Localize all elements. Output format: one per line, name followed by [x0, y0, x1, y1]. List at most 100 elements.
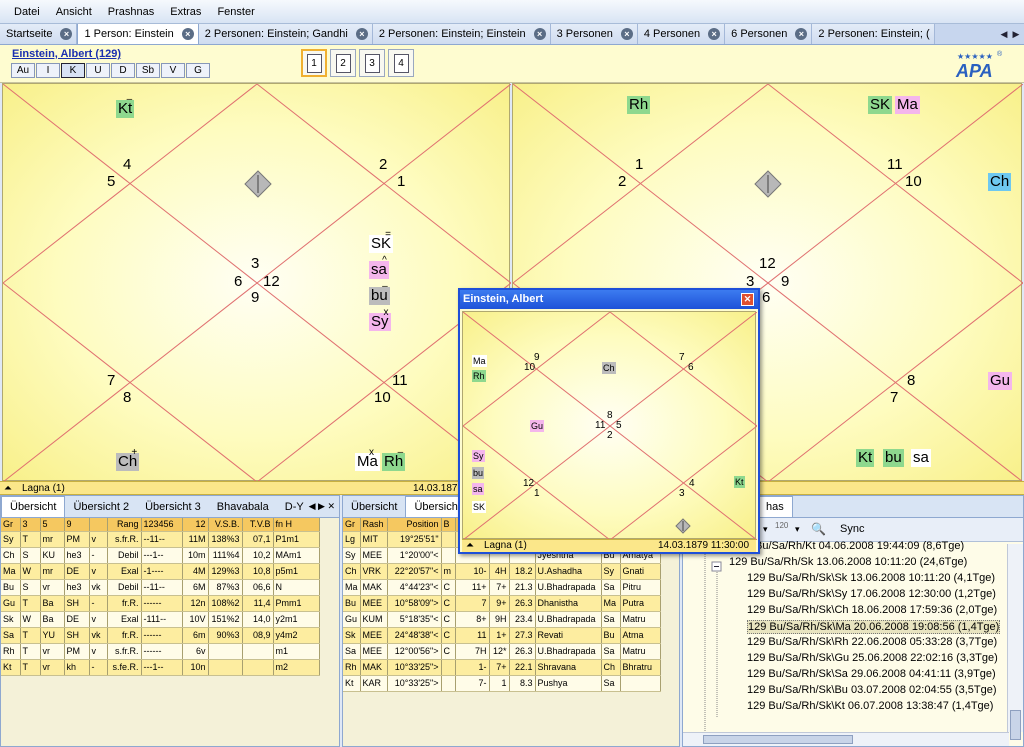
zoom-select[interactable]: 120: [775, 521, 788, 530]
collapse-icon[interactable]: ⏶: [466, 540, 474, 551]
tab-bhavabala[interactable]: Bhavabala: [209, 496, 277, 517]
division-sb-button[interactable]: Sb: [136, 63, 160, 78]
tab-scroll-right-icon[interactable]: ▶: [1010, 27, 1022, 41]
person-name-link[interactable]: Einstein, Albert (129): [12, 48, 121, 60]
table-row[interactable]: Gu KUM 5°18'35"< C 8+ 9H 23.4 U.Bhadrapada Sa Mat…: [343, 611, 661, 628]
collapse-icon[interactable]: ⏶: [4, 483, 12, 494]
tree-item[interactable]: 129 Bu/Sa/Rh/Sk\Ch 18.06.2008 17:59:36 (…: [747, 604, 997, 616]
table-row[interactable]: Kt KAR 10°33'25"> 7- 1 8.3 Pushya Sa: [343, 675, 661, 692]
planet-sk[interactable]: SK =: [369, 229, 394, 253]
table-row[interactable]: Bu MEE 10°58'09"> C 7 9+ 26.3 Dhanistha Ma Putra: [343, 595, 661, 612]
close-icon[interactable]: ×: [181, 28, 194, 40]
table-row[interactable]: Ch S KU he3- Debil ---1-- 10m 111%4 10,2 MAm1: [1, 547, 320, 564]
tab-startseite[interactable]: Startseite ×: [0, 24, 78, 44]
table-row[interactable]: Bu Svr he3 vk Debil --11-- 6M 87%3 06,6 N: [1, 579, 320, 596]
table-row[interactable]: Sa MEE 12°00'56"> C 7H 12* 26.3 U.Bhadrapada Sa M…: [343, 643, 661, 660]
planet-sy[interactable]: Sy x: [369, 307, 391, 331]
planet-sa[interactable]: sa: [472, 483, 484, 495]
tab-person-einstein[interactable]: 1 Person: Einstein ×: [77, 24, 199, 44]
page-4-button[interactable]: 4: [388, 49, 414, 77]
tab-3-personen[interactable]: 3 Personen ×: [550, 24, 638, 44]
popup-title-bar[interactable]: Einstein, Albert ✕: [460, 290, 758, 309]
sync-button[interactable]: Sync: [840, 523, 864, 535]
vertical-scrollbar[interactable]: [1007, 544, 1023, 740]
chart-popup-window[interactable]: Einstein, Albert ✕ 9 10 7 6 8 11 5 2 12 …: [458, 288, 760, 554]
close-icon[interactable]: ×: [533, 28, 546, 40]
table-row[interactable]: Gu T Ba SH - fr.R. ------ 12n 108%2 11,4 Pmm1: [1, 595, 320, 612]
division-g-button[interactable]: G: [186, 63, 210, 78]
tab-4-personen[interactable]: 4 Personen ×: [637, 24, 726, 44]
planet-rh[interactable]: Rh: [472, 370, 486, 382]
close-icon[interactable]: ✕: [741, 293, 754, 306]
tab-uebersicht-2[interactable]: Übersicht 2: [65, 496, 137, 517]
dropdown-icon[interactable]: ▾: [763, 524, 768, 535]
tree-item[interactable]: 129 Bu/Sa/Rh/Sk\Sa 29.06.2008 04:41:11 (…: [747, 668, 996, 680]
table-row[interactable]: Kt Tvr kh - s.fe.R. ---1-- 10n m2: [1, 659, 320, 676]
planet-ma[interactable]: Ma: [472, 355, 487, 367]
page-2-button[interactable]: 2: [330, 49, 356, 77]
close-icon[interactable]: ×: [355, 28, 368, 40]
division-au-button[interactable]: Au: [11, 63, 35, 78]
planet-rh[interactable]: Rh: [627, 96, 651, 114]
close-icon[interactable]: ×: [60, 28, 73, 40]
planet-ma[interactable]: Ma: [895, 96, 920, 114]
planet-ma[interactable]: Ma x: [355, 447, 380, 471]
table-row[interactable]: Rh MAK 10°33'25"> 1- 7+ 22.1 Shravana Ch Bhratru: [343, 659, 661, 676]
planet-kt[interactable]: Kt: [856, 449, 875, 467]
planet-gu[interactable]: Gu: [530, 420, 545, 432]
table-row[interactable]: Ma MAK 4°44'23"< C 11+ 7+ 21.3 U.Bhadrapada Sa Pi…: [343, 579, 661, 596]
menu-datei[interactable]: Datei: [6, 6, 48, 18]
tree-item[interactable]: Bu/Sa/Rh/Kt 04.06.2008 19:44:09 (8,6Tge): [755, 540, 964, 552]
tree-item[interactable]: 129 Bu/Sa/Rh/Sk\Rh 22.06.2008 05:33:28 (…: [747, 636, 997, 648]
tab-uebersicht[interactable]: Übersicht: [1, 496, 66, 517]
dropdown-icon[interactable]: ▾: [795, 524, 800, 535]
planet-ch[interactable]: Ch: [988, 173, 1012, 191]
table-row[interactable]: Sk W Ba DE v Exal -111-- 10V 151%2 14,0 y2m1: [1, 611, 320, 628]
tree-item[interactable]: 129 Bu/Sa/Rh/Sk\Kt 06.07.2008 13:38:47 (…: [747, 700, 993, 712]
tab-einstein-einstein[interactable]: 2 Personen: Einstein; Einstein ×: [372, 24, 551, 44]
division-d-button[interactable]: D: [111, 63, 135, 78]
tab-uebersicht-3[interactable]: Übersicht 3: [137, 496, 209, 517]
planet-bu[interactable]: bu: [883, 449, 904, 467]
page-3-button[interactable]: 3: [359, 49, 385, 77]
table-row[interactable]: Ch VRK 22°20'57"< m 10- 4H 18.2 U.Ashadha Sy Gnat…: [343, 563, 661, 580]
planet-sk[interactable]: SK: [472, 501, 487, 513]
menu-extras[interactable]: Extras: [162, 6, 209, 18]
tab-6-personen[interactable]: 6 Personen ×: [725, 24, 813, 44]
tree-item[interactable]: 129 Bu/Sa/Rh/Sk 13.06.2008 10:11:20 (24,…: [729, 556, 967, 568]
planet-bu[interactable]: bu –: [369, 281, 390, 305]
menu-ansicht[interactable]: Ansicht: [48, 6, 100, 18]
planet-ch[interactable]: Ch +: [116, 447, 140, 471]
menu-fenster[interactable]: Fenster: [209, 6, 262, 18]
tab-einstein-more[interactable]: 2 Personen: Einstein; (: [812, 24, 935, 44]
division-i-button[interactable]: I: [36, 63, 60, 78]
tab-uebersicht[interactable]: Übersicht: [343, 496, 405, 517]
close-icon[interactable]: ×: [620, 28, 633, 40]
tree-item[interactable]: 129 Bu/Sa/Rh/Sk\Bu 03.07.2008 02:04:55 (…: [747, 684, 997, 696]
tree-item[interactable]: 129 Bu/Sa/Rh/Sk\Gu 25.06.2008 22:02:16 (…: [747, 652, 998, 664]
page-1-button[interactable]: 1: [301, 49, 327, 77]
search-icon[interactable]: 🔍: [811, 522, 826, 536]
planet-rh[interactable]: Rh –: [382, 447, 406, 471]
birth-chart-left[interactable]: 4 5 2 1 3 6 12 9 7 8 11 10 Kt – SK = sa ^ b…: [2, 83, 511, 482]
planet-kt[interactable]: Kt –: [116, 94, 135, 118]
planet-sy[interactable]: Sy: [472, 450, 485, 462]
close-icon[interactable]: ×: [708, 28, 721, 40]
scrollbar-thumb[interactable]: [1010, 710, 1021, 740]
planet-kt[interactable]: Kt: [734, 476, 745, 488]
planet-sa[interactable]: sa ^: [369, 255, 389, 279]
table-row[interactable]: Sy Tmr PM v s.fr.R. --11-- 11M 138%3 07,1 P1m1: [1, 531, 320, 548]
tab-prashnas[interactable]: has: [757, 496, 793, 517]
planet-ch[interactable]: Ch: [602, 362, 616, 374]
tab-d-y[interactable]: D-Y: [277, 496, 312, 517]
tree-item[interactable]: 129 Bu/Sa/Rh/Sk\Sk 13.06.2008 10:11:20 (…: [747, 572, 995, 584]
tree-item[interactable]: 129 Bu/Sa/Rh/Sk\Sy 17.06.2008 12:30:00 (…: [747, 588, 996, 600]
horizontal-scrollbar[interactable]: [683, 732, 1009, 746]
planet-gu[interactable]: Gu: [988, 372, 1013, 390]
tree-item[interactable]: 129 Bu/Sa/Rh/Sk\Ma 20.06.2008 19:08:56 (…: [747, 620, 1001, 634]
popup-chart[interactable]: 9 10 7 6 8 11 5 2 12 1 4 3 Ma Rh Ch Gu S…: [462, 311, 758, 541]
scrollbar-thumb[interactable]: [703, 735, 853, 744]
division-u-button[interactable]: U: [86, 63, 110, 78]
planet-sk[interactable]: SK: [868, 96, 893, 114]
tab-nav-icon[interactable]: ◀ ▶ ✕: [309, 501, 335, 512]
